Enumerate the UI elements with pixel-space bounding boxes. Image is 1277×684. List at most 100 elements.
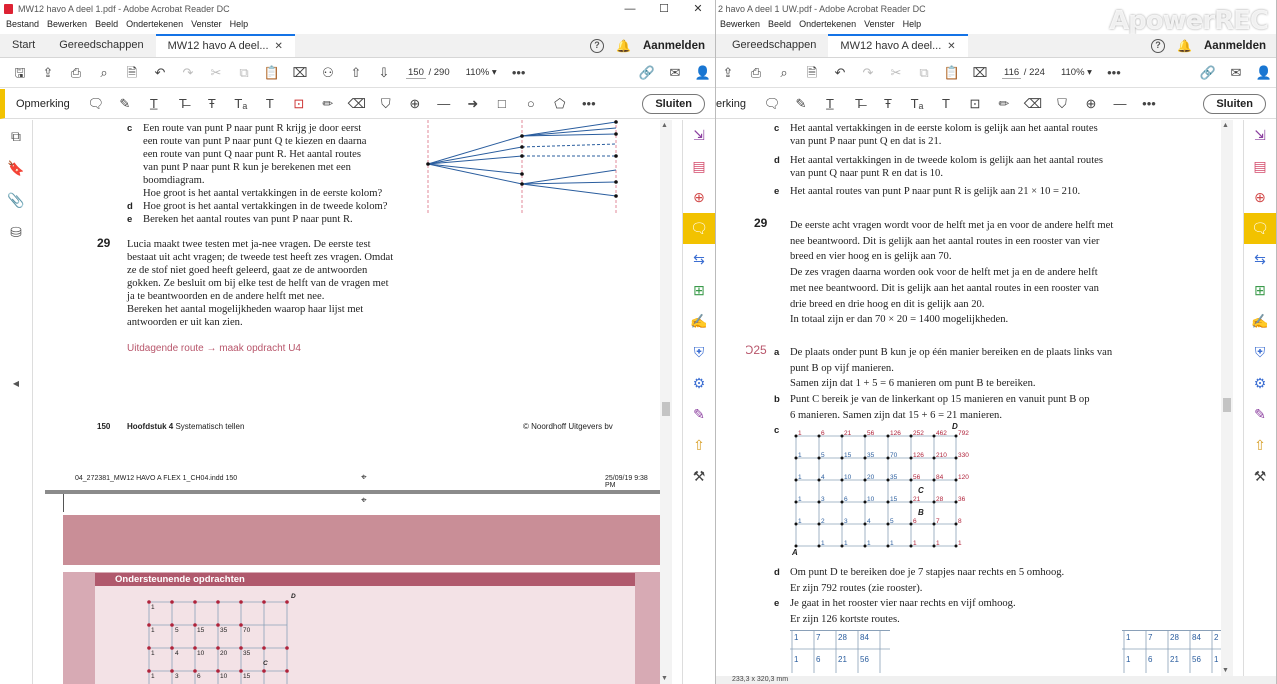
snapshot-icon[interactable]: ⌧: [288, 62, 312, 84]
scrollbar-thumb[interactable]: [1223, 398, 1231, 412]
attachments-icon[interactable]: 📎: [0, 184, 32, 216]
upload-cloud-icon[interactable]: ⇪: [36, 62, 60, 84]
tab-tools[interactable]: Gereedschappen: [716, 34, 828, 57]
line-icon[interactable]: —: [1107, 93, 1133, 115]
menu-bewerken[interactable]: Bewerken: [720, 19, 760, 33]
mail-icon[interactable]: ✉: [1224, 62, 1248, 84]
menu-ondertekenen[interactable]: Ondertekenen: [126, 19, 183, 33]
more-comment-tools-icon[interactable]: •••: [576, 93, 602, 115]
insert-text-icon[interactable]: Tₐ: [228, 93, 254, 115]
replace-text-icon[interactable]: Ŧ: [875, 93, 901, 115]
send-for-signature-icon[interactable]: ✎: [1244, 399, 1276, 430]
combine-files-icon[interactable]: ⇆: [683, 244, 715, 275]
sticky-note-icon[interactable]: 🗨: [83, 93, 109, 115]
page-current[interactable]: 150: [406, 67, 426, 79]
layers-icon[interactable]: ⛁: [0, 216, 32, 248]
send-file-icon[interactable]: ⇧: [683, 430, 715, 461]
maximize-button[interactable]: ☐: [647, 0, 681, 19]
notification-bell-icon[interactable]: 🔔: [616, 39, 631, 53]
minimize-button[interactable]: —: [613, 0, 647, 19]
oval-icon[interactable]: ○: [518, 93, 544, 115]
help-icon[interactable]: ?: [1151, 38, 1166, 53]
close-comment-button[interactable]: Sluiten: [1203, 93, 1266, 114]
optimize-icon[interactable]: ⚙: [683, 368, 715, 399]
print-icon[interactable]: ⎙: [64, 62, 88, 84]
scrollbar-thumb[interactable]: [662, 402, 670, 416]
text-box-icon[interactable]: ⊡: [962, 93, 988, 115]
menu-beeld[interactable]: Beeld: [768, 19, 791, 33]
sign-in-button[interactable]: Aanmelden: [1204, 40, 1266, 52]
paste-icon[interactable]: 📋: [940, 62, 964, 84]
share-user-icon[interactable]: 👤: [691, 62, 715, 84]
copy-icon[interactable]: ⧉: [232, 62, 256, 84]
combine-files-icon[interactable]: ⇆: [1244, 244, 1276, 275]
tab-start[interactable]: Start: [0, 34, 47, 57]
add-text-icon[interactable]: T: [933, 93, 959, 115]
page-search-icon[interactable]: 🗎: [800, 62, 824, 84]
cut-icon[interactable]: ✂: [884, 62, 908, 84]
close-tab-icon[interactable]: ✕: [275, 41, 283, 52]
tab-document[interactable]: MW12 havo A deel... ✕: [155, 34, 295, 57]
search-icon[interactable]: ⌕: [772, 62, 796, 84]
close-tab-icon[interactable]: ✕: [947, 41, 955, 52]
protect-icon[interactable]: ⛨: [683, 337, 715, 368]
highlight-icon[interactable]: ✎: [112, 93, 138, 115]
edit-pdf-icon[interactable]: ▤: [1244, 151, 1276, 182]
redo-icon[interactable]: ↷: [856, 62, 880, 84]
attach-icon[interactable]: ⊕: [402, 93, 428, 115]
mail-icon[interactable]: ✉: [663, 62, 687, 84]
protect-icon[interactable]: ⛨: [1244, 337, 1276, 368]
edit-pdf-icon[interactable]: ▤: [683, 151, 715, 182]
share-user-icon[interactable]: 👤: [1252, 62, 1276, 84]
send-file-icon[interactable]: ⇧: [1244, 430, 1276, 461]
close-comment-button[interactable]: Sluiten: [642, 93, 705, 114]
send-for-signature-icon[interactable]: ✎: [683, 399, 715, 430]
more-tools-icon[interactable]: •••: [507, 62, 531, 84]
menu-help[interactable]: Help: [903, 19, 922, 33]
search-icon[interactable]: ⌕: [92, 62, 116, 84]
collapse-pane-icon[interactable]: ◀: [0, 368, 32, 400]
save-icon[interactable]: 🖫: [8, 62, 32, 84]
tab-document[interactable]: MW12 havo A deel... ✕: [828, 34, 968, 57]
comment-tool-icon[interactable]: 🗨: [1244, 213, 1276, 244]
close-window-button[interactable]: ✕: [681, 0, 715, 19]
page-search-icon[interactable]: 🗎: [120, 62, 144, 84]
link-icon[interactable]: 🔗: [635, 62, 659, 84]
eraser-icon[interactable]: ⌫: [1020, 93, 1046, 115]
document-view[interactable]: c Een route van punt P naar punt R krijg…: [45, 120, 660, 684]
text-box-icon[interactable]: ⊡: [286, 93, 312, 115]
polygon-icon[interactable]: ⬠: [547, 93, 573, 115]
print-icon[interactable]: ⎙: [744, 62, 768, 84]
sticky-note-icon[interactable]: 🗨: [759, 93, 785, 115]
bookmarks-icon[interactable]: 🔖: [0, 152, 32, 184]
snapshot-icon[interactable]: ⌧: [968, 62, 992, 84]
create-pdf-icon[interactable]: ⊕: [1244, 182, 1276, 213]
page-current[interactable]: 116: [1002, 67, 1022, 79]
menu-bestand[interactable]: Bestand: [6, 19, 39, 33]
undo-icon[interactable]: ↶: [828, 62, 852, 84]
comment-tool-icon[interactable]: 🗨: [683, 213, 715, 244]
optimize-icon[interactable]: ⚙: [1244, 368, 1276, 399]
eraser-icon[interactable]: ⌫: [344, 93, 370, 115]
page-number-field[interactable]: 116 / 224: [996, 67, 1051, 79]
insert-text-icon[interactable]: Tₐ: [904, 93, 930, 115]
help-icon[interactable]: ?: [590, 38, 605, 53]
line-icon[interactable]: —: [431, 93, 457, 115]
tab-tools[interactable]: Gereedschappen: [47, 34, 155, 57]
stamp-icon[interactable]: ⛉: [373, 93, 399, 115]
arrow-icon[interactable]: ➜: [460, 93, 486, 115]
menu-beeld[interactable]: Beeld: [95, 19, 118, 33]
export-pdf-icon[interactable]: ⇲: [683, 120, 715, 151]
highlight-icon[interactable]: ✎: [788, 93, 814, 115]
underline-text-icon[interactable]: T̲: [817, 93, 843, 115]
organize-pages-icon[interactable]: ⊞: [683, 275, 715, 306]
page-down-icon[interactable]: ⇩: [372, 62, 396, 84]
menu-venster[interactable]: Venster: [864, 19, 895, 33]
rectangle-icon[interactable]: □: [489, 93, 515, 115]
zoom-select[interactable]: 110% ▾: [1055, 67, 1098, 78]
pencil-icon[interactable]: ✏: [315, 93, 341, 115]
link-icon[interactable]: 🔗: [1196, 62, 1220, 84]
sign-in-button[interactable]: Aanmelden: [643, 40, 705, 52]
find-binoculars-icon[interactable]: ⚇: [316, 62, 340, 84]
create-pdf-icon[interactable]: ⊕: [683, 182, 715, 213]
